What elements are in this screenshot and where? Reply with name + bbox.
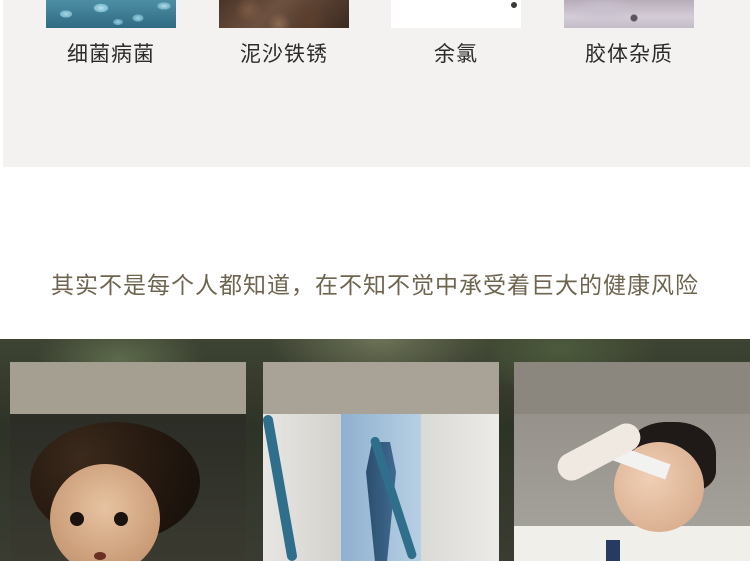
photo-card-child [10, 362, 246, 561]
photo-band [0, 339, 750, 561]
bacteria-image [46, 0, 176, 28]
contaminant-item-bacteria: 细菌病菌 [46, 0, 176, 70]
contaminant-panel: 细菌病菌 泥沙铁锈 余氯 胶体杂质 [3, 0, 750, 167]
card-caption-area [514, 362, 750, 414]
contaminant-label: 余氯 [434, 42, 478, 66]
contaminant-item-rust: 泥沙铁锈 [219, 0, 349, 70]
contaminant-item-colloid: 胶体杂质 [564, 0, 694, 70]
headache-man-photo [514, 414, 750, 561]
contaminant-label: 胶体杂质 [585, 42, 673, 66]
chlorine-image [391, 0, 521, 28]
card-caption-area [10, 362, 246, 414]
headline: 其实不是每个人都知道，在不知不觉中承受着巨大的健康风险 [51, 273, 699, 299]
photo-card-doctor [263, 362, 499, 561]
doctor-photo [263, 414, 499, 561]
card-caption-area [263, 362, 499, 414]
rust-sediment-image [219, 0, 349, 28]
photo-card-headache [514, 362, 750, 561]
contaminant-label: 细菌病菌 [67, 42, 155, 66]
contaminant-item-chlorine: 余氯 [391, 0, 521, 70]
child-photo [10, 414, 246, 561]
contaminant-label: 泥沙铁锈 [240, 42, 328, 66]
colloid-image [564, 0, 694, 28]
